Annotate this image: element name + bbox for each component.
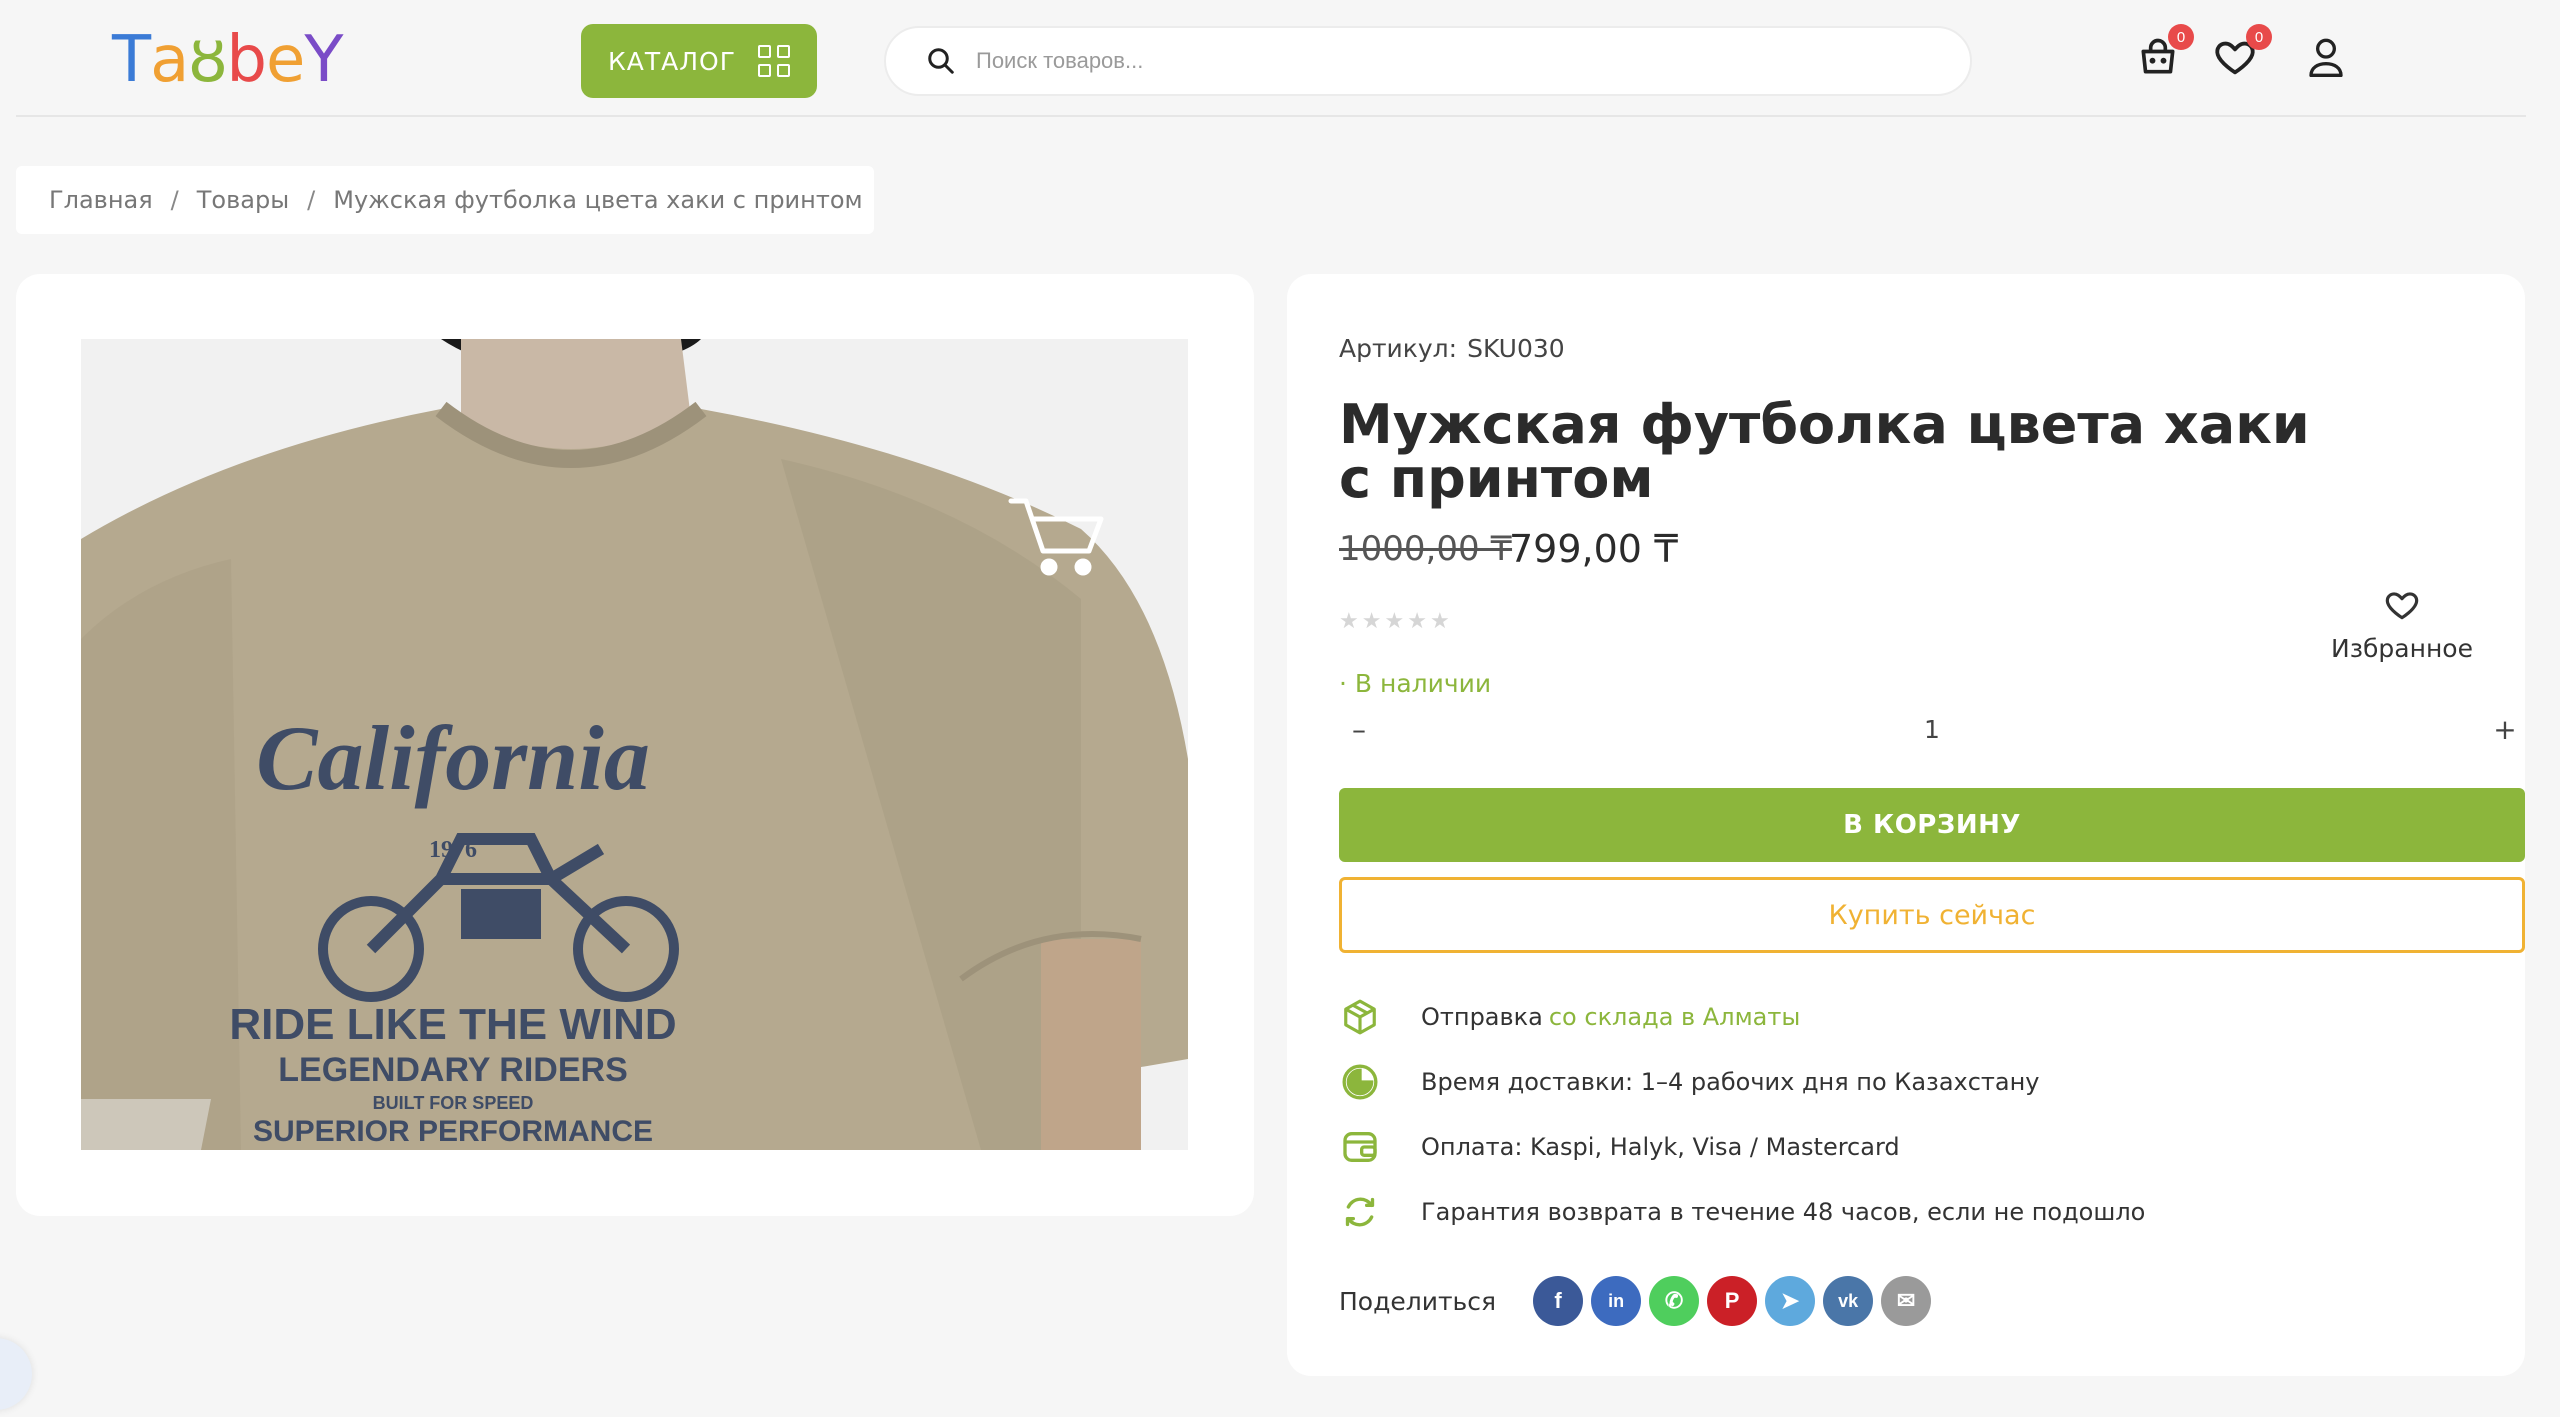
breadcrumb-products-link[interactable]: Товары <box>197 186 289 214</box>
email-icon[interactable]: ✉ <box>1881 1276 1932 1326</box>
star-icon: ★ <box>1361 609 1382 634</box>
feature-highlight: со склада в Алматы <box>1548 1002 1801 1031</box>
share-row: Поделиться f in ✆ P ➤ vk ✉ <box>1339 1276 1939 1326</box>
user-icon <box>2309 38 2343 78</box>
current-price: 799,00 ₸ <box>1509 527 1679 571</box>
heart-icon <box>2385 592 2419 620</box>
share-label: Поделиться <box>1339 1286 1497 1316</box>
print-ride-text: RIDE LIKE THE WIND <box>229 1000 676 1049</box>
clock-icon <box>1339 1061 1381 1103</box>
linkedin-icon[interactable]: in <box>1591 1276 1642 1326</box>
cart-count-badge: 0 <box>2168 24 2194 50</box>
tshirt-illustration: California 1976 RIDE LIKE THE WIND LEGEN… <box>81 339 1188 1150</box>
add-to-cart-button[interactable]: В КОРЗИНУ <box>1339 788 2525 862</box>
facebook-icon[interactable]: f <box>1533 1276 1584 1326</box>
star-icon: ★ <box>1407 609 1427 634</box>
breadcrumb-home-link[interactable]: Главная <box>49 186 153 214</box>
quantity-decrease-button[interactable]: – <box>1339 713 1379 746</box>
breadcrumb-separator: / <box>170 186 179 214</box>
feature-delivery-time: Время доставки: 1–4 рабочих дня по Казах… <box>1339 1049 2145 1114</box>
quantity-value[interactable]: 1 <box>1924 715 1940 744</box>
feature-text: Отправка <box>1421 1002 1543 1031</box>
catalog-button-label: КАТАЛОГ <box>608 46 736 76</box>
product-title: Мужская футболка цвета хаки с принтом <box>1339 393 2310 510</box>
favorites-label: Избранное <box>2331 634 2473 663</box>
feature-text: Гарантия возврата в течение 48 часов, ес… <box>1421 1197 2146 1226</box>
print-performance-text: SUPERIOR PERFORMANCE <box>253 1115 653 1148</box>
product-photo[interactable]: California 1976 RIDE LIKE THE WIND LEGEN… <box>81 339 1188 1150</box>
logo-letter: e <box>266 23 305 97</box>
box-icon <box>1339 996 1381 1038</box>
search-icon[interactable] <box>926 46 956 76</box>
site-logo[interactable]: TaȣbeY <box>112 23 343 97</box>
product-info-card: Артикул: SKU030 Мужская футболка цвета ха… <box>1287 274 2525 1376</box>
quantity-increase-button[interactable]: + <box>2485 713 2525 746</box>
breadcrumb-separator: / <box>307 186 316 214</box>
account-button[interactable] <box>2306 34 2346 84</box>
search-input[interactable] <box>976 48 1876 74</box>
catalog-button[interactable]: КАТАЛОГ <box>581 24 817 98</box>
wallet-icon <box>1339 1126 1381 1168</box>
logo-letter: Y <box>304 23 343 97</box>
logo-letter: a <box>150 23 189 97</box>
logo-letter: b <box>226 23 267 97</box>
feature-text: Время доставки: 1–4 рабочих дня по Казах… <box>1421 1067 2040 1096</box>
wishlist-count-badge: 0 <box>2246 24 2272 50</box>
chat-widget-button[interactable] <box>0 1338 32 1410</box>
product-image-card: California 1976 RIDE LIKE THE WIND LEGEN… <box>16 274 1254 1216</box>
feature-shipping: Отправка со склада в Алматы <box>1339 984 2145 1049</box>
sku-value: SKU030 <box>1467 334 1565 363</box>
buy-now-button[interactable]: Купить сейчас <box>1339 877 2525 953</box>
wishlist-button[interactable]: 0 <box>2212 24 2272 84</box>
star-icon: ★ <box>1429 609 1450 634</box>
stock-status: · В наличии <box>1339 669 1492 698</box>
sku-label: Артикул: <box>1339 334 1458 363</box>
feature-payment: Оплата: Kaspi, Halyk, Visa / Mastercard <box>1339 1114 2145 1179</box>
grid-icon <box>757 45 790 77</box>
whatsapp-icon[interactable]: ✆ <box>1649 1276 1700 1326</box>
pinterest-icon[interactable]: P <box>1707 1276 1758 1326</box>
feature-text: Оплата: Kaspi, Halyk, Visa / Mastercard <box>1421 1132 1900 1161</box>
print-speed-text: BUILT FOR SPEED <box>373 1093 534 1113</box>
site-header: TaȣbeY КАТАЛОГ 0 0 <box>16 0 2526 117</box>
print-legendary-text: LEGENDARY RIDERS <box>278 1051 628 1089</box>
star-icon: ★ <box>1384 609 1405 634</box>
star-icon: ★ <box>1339 609 1359 634</box>
telegram-icon[interactable]: ➤ <box>1765 1276 1816 1326</box>
sku-row: Артикул: SKU030 <box>1339 334 1565 363</box>
search-bar <box>884 26 1972 96</box>
add-to-favorites-button[interactable]: Избранное <box>2327 586 2477 663</box>
logo-letter: T <box>112 23 151 97</box>
feature-return: Гарантия возврата в течение 48 часов, ес… <box>1339 1179 2145 1244</box>
logo-letter: ȣ <box>188 23 227 97</box>
quantity-stepper: – 1 + <box>1339 704 2525 754</box>
features-list: Отправка со склада в Алматы Время достав… <box>1339 984 2145 1244</box>
print-california-text: California <box>256 707 650 809</box>
breadcrumb-current: Мужская футболка цвета хаки с принтом <box>333 186 863 214</box>
vk-icon[interactable]: vk <box>1823 1276 1874 1326</box>
cart-button[interactable]: 0 <box>2136 24 2194 84</box>
old-price: 1000,00 ₸ <box>1339 529 1513 569</box>
breadcrumb: Главная / Товары / Мужская футболка цвет… <box>16 166 874 234</box>
refresh-icon <box>1339 1191 1381 1233</box>
rating-stars: ★ ★ ★ ★ ★ <box>1339 611 1450 633</box>
